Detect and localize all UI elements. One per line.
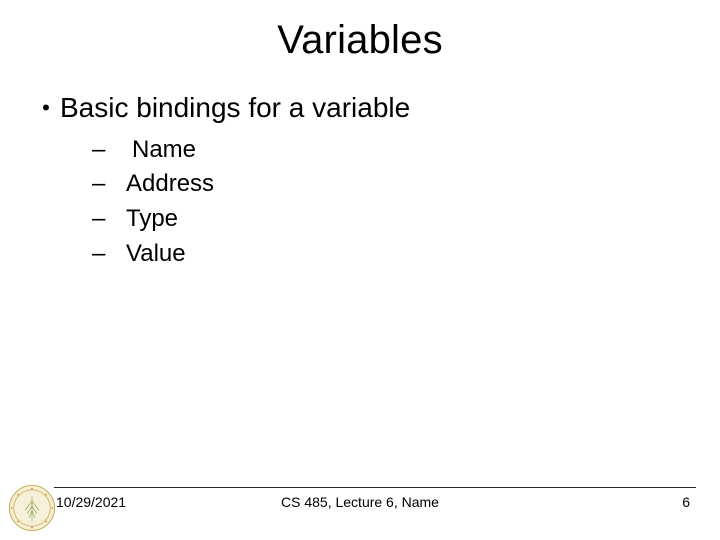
sub-bullet-list: – Name – Address – Type – Value (32, 125, 720, 272)
sub-item-text: Type (126, 202, 178, 237)
dash-icon: – (92, 202, 126, 237)
list-item: – Value (92, 237, 720, 272)
bullet-dot-icon: • (32, 95, 60, 121)
footer-center: CS 485, Lecture 6, Name (0, 494, 720, 510)
footer-rule (54, 487, 696, 488)
list-item: – Type (92, 202, 720, 237)
dash-icon: – (92, 133, 126, 168)
slide-content: • Basic bindings for a variable – Name –… (0, 63, 720, 272)
slide-footer: 10/29/2021 CS 485, Lecture 6, Name 6 (0, 490, 720, 520)
footer-page-number: 6 (682, 494, 690, 510)
slide-title: Variables (0, 0, 720, 63)
list-item: – Address (92, 167, 720, 202)
bullet-level-1: • Basic bindings for a variable (32, 91, 720, 125)
dash-icon: – (92, 237, 126, 272)
sub-item-text: Address (126, 167, 214, 202)
sub-item-text: Name (126, 133, 196, 168)
bullet-level-1-text: Basic bindings for a variable (60, 91, 410, 125)
slide: Variables • Basic bindings for a variabl… (0, 0, 720, 540)
sub-item-text: Value (126, 237, 186, 272)
dash-icon: – (92, 167, 126, 202)
list-item: – Name (92, 133, 720, 168)
